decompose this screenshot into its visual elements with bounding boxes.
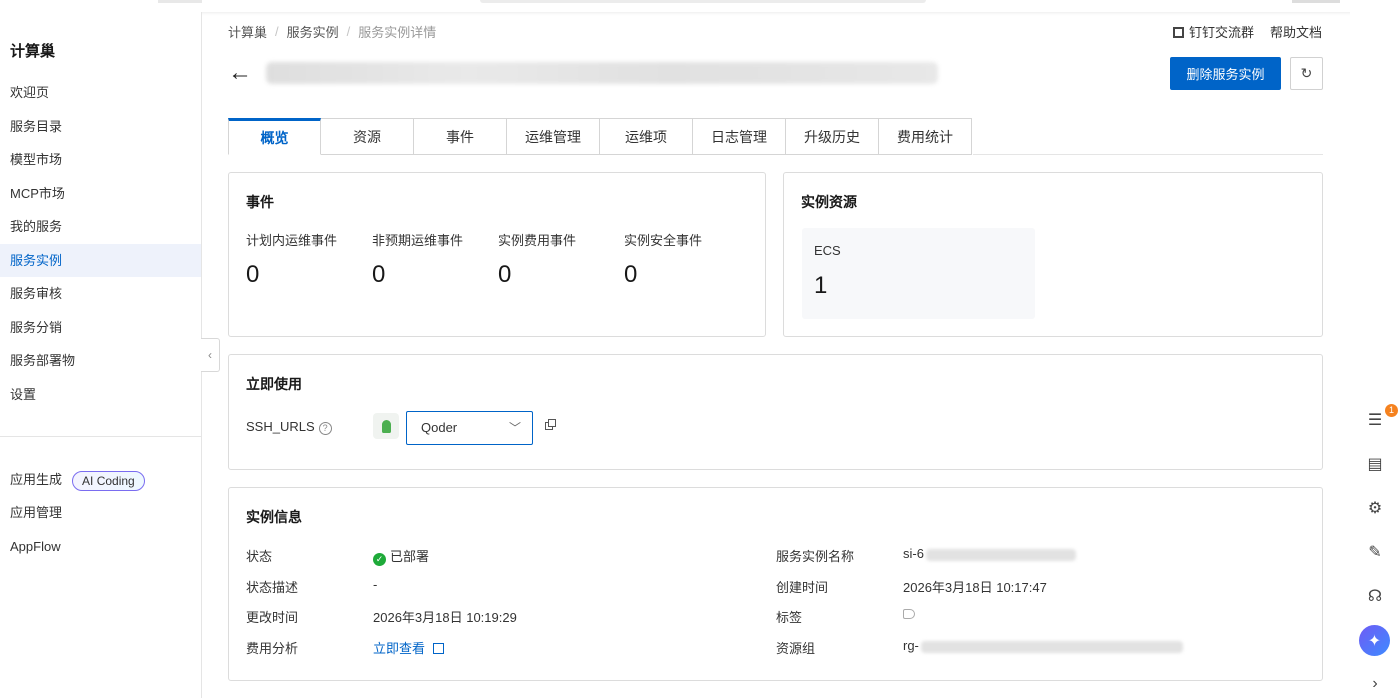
tab-ops-management[interactable]: 运维管理 xyxy=(507,118,600,155)
tab-upgrade-history[interactable]: 升级历史 xyxy=(786,118,879,155)
info-label-created-time: 创建时间 xyxy=(776,580,829,595)
view-cost-link[interactable]: 立即查看 xyxy=(373,638,445,657)
sidebar-item-app-manage[interactable]: 应用管理 xyxy=(0,496,201,529)
breadcrumb-item-instances[interactable]: 服务实例 xyxy=(287,25,339,40)
sidebar-divider xyxy=(0,436,201,437)
client-select[interactable]: Qoder ﹀ xyxy=(406,411,533,445)
info-value-updated-time: 2026年3月18日 10:19:29 xyxy=(373,610,517,625)
qrcode-icon xyxy=(1172,27,1184,38)
tab-bar: 概览 资源 事件 运维管理 运维项 日志管理 升级历史 费用统计 xyxy=(228,118,972,155)
document-icon[interactable]: ▤ xyxy=(1363,452,1387,476)
info-label-updated-time: 更改时间 xyxy=(246,610,299,625)
stat-value-cost[interactable]: 0 xyxy=(498,261,511,289)
top-links: 钉钉交流群 帮助文档 xyxy=(1172,22,1322,41)
external-link-icon xyxy=(433,643,445,654)
breadcrumb-item-current: 服务实例详情 xyxy=(358,25,437,40)
stat-label-unplanned: 非预期运维事件 xyxy=(372,233,464,248)
ecs-count: 1 xyxy=(814,272,828,299)
notification-badge: 1 xyxy=(1385,404,1398,417)
stat-label-cost: 实例费用事件 xyxy=(498,233,577,248)
dingtalk-group-link[interactable]: 钉钉交流群 xyxy=(1172,22,1254,41)
page-title-redacted xyxy=(266,62,938,84)
info-value-status-desc: - xyxy=(373,577,378,592)
stat-value-unplanned[interactable]: 0 xyxy=(372,261,385,289)
tab-log-management[interactable]: 日志管理 xyxy=(693,118,786,155)
sidebar-collapse-button[interactable]: ‹ xyxy=(201,338,220,372)
info-label-tags: 标签 xyxy=(776,610,803,625)
sidebar-item-catalog[interactable]: 服务目录 xyxy=(0,110,201,143)
info-value-created-time: 2026年3月18日 10:17:47 xyxy=(903,580,1047,595)
sidebar-item-service-instances[interactable]: 服务实例 xyxy=(0,244,201,277)
info-label-cost-analysis: 费用分析 xyxy=(246,641,299,656)
sidebar-item-settings[interactable]: 设置 xyxy=(0,378,201,411)
ecs-label: ECS xyxy=(814,243,841,258)
sidebar-title: 计算巢 xyxy=(10,43,56,60)
sidebar-item-my-services[interactable]: 我的服务 xyxy=(0,210,201,243)
info-value-instance-name: si-6 xyxy=(903,546,1076,561)
resources-card: 实例资源 ECS 1 xyxy=(783,172,1323,337)
stat-value-security[interactable]: 0 xyxy=(624,261,637,289)
resources-card-title: 实例资源 xyxy=(801,194,857,210)
notification-list-icon[interactable]: ☰ xyxy=(1363,408,1387,432)
events-card-title: 事件 xyxy=(246,194,274,210)
delete-instance-button[interactable]: 删除服务实例 xyxy=(1170,57,1281,90)
sidebar-item-distribution[interactable]: 服务分销 xyxy=(0,311,201,344)
headset-icon[interactable]: ☊ xyxy=(1363,584,1387,608)
chevron-down-icon: ﹀ xyxy=(508,421,521,435)
sidebar-item-app-generate[interactable]: 应用生成 AI Coding xyxy=(0,463,201,496)
stat-label-security: 实例安全事件 xyxy=(624,233,703,248)
tab-resources[interactable]: 资源 xyxy=(321,118,414,155)
refresh-icon: ↻ xyxy=(1300,65,1313,81)
use-now-card: 立即使用 SSH_URLS? Qoder ﹀ xyxy=(228,354,1323,470)
tab-overview[interactable]: 概览 xyxy=(228,118,321,155)
info-value-resource-group[interactable]: rg- xyxy=(903,638,1183,653)
sidebar-item-mcp-market[interactable]: MCP市场 xyxy=(0,177,201,210)
ai-coding-badge: AI Coding xyxy=(72,470,145,491)
help-docs-link[interactable]: 帮助文档 xyxy=(1270,22,1322,41)
sidebar-item-artifacts[interactable]: 服务部署物 xyxy=(0,344,201,377)
back-arrow-icon[interactable]: ← xyxy=(228,58,252,88)
refresh-button[interactable]: ↻ xyxy=(1290,57,1323,90)
ssh-urls-label: SSH_URLS? xyxy=(246,419,332,435)
instance-info-card: 实例信息 状态 ✓ 已部署 状态描述 - 更改时间 2026年3月18日 10:1… xyxy=(228,487,1323,681)
edit-icon[interactable]: ✎ xyxy=(1363,540,1387,564)
tab-ops-items[interactable]: 运维项 xyxy=(600,118,693,155)
top-bar xyxy=(0,0,1400,12)
stat-value-planned[interactable]: 0 xyxy=(246,261,259,289)
chevron-left-icon: ‹ xyxy=(208,348,212,362)
sidebar-item-model-market[interactable]: 模型市场 xyxy=(0,143,201,176)
info-label-status-desc: 状态描述 xyxy=(246,580,299,595)
help-circle-icon[interactable]: ? xyxy=(318,422,332,435)
sidebar: 计算巢 欢迎页 服务目录 模型市场 MCP市场 我的服务 服务实例 服务审核 服… xyxy=(0,12,202,698)
sidebar-item-appflow[interactable]: AppFlow xyxy=(0,530,201,563)
ecs-resource-box[interactable]: ECS 1 xyxy=(802,228,1035,319)
info-label-status: 状态 xyxy=(246,549,273,564)
tab-events[interactable]: 事件 xyxy=(414,118,507,155)
global-search-bar[interactable] xyxy=(480,0,926,3)
copy-icon[interactable] xyxy=(545,419,557,431)
sidebar-item-welcome[interactable]: 欢迎页 xyxy=(0,76,201,109)
check-circle-icon: ✓ xyxy=(373,553,386,566)
events-card: 事件 计划内运维事件 0 非预期运维事件 0 实例费用事件 0 实例安全事件 0 xyxy=(228,172,766,337)
info-label-instance-name: 服务实例名称 xyxy=(776,549,855,564)
breadcrumb-item-compute-nest[interactable]: 计算巢 xyxy=(228,25,267,40)
info-value-status: ✓ 已部署 xyxy=(373,546,429,566)
use-now-card-title: 立即使用 xyxy=(246,376,302,392)
stat-label-planned: 计划内运维事件 xyxy=(246,233,338,248)
instance-info-card-title: 实例信息 xyxy=(246,509,302,525)
sidebar-item-service-review[interactable]: 服务审核 xyxy=(0,277,201,310)
right-rail: ☰ ▤ ⚙ ✎ ☊ › xyxy=(1350,12,1400,698)
qoder-app-icon xyxy=(373,413,399,439)
breadcrumb: 计算巢 / 服务实例 / 服务实例详情 xyxy=(228,24,437,40)
tag-edit[interactable] xyxy=(903,607,915,622)
info-label-resource-group: 资源组 xyxy=(776,641,816,656)
tag-icon xyxy=(903,609,915,619)
gear-icon[interactable]: ⚙ xyxy=(1363,496,1387,520)
ai-assistant-icon[interactable]: ✦ xyxy=(1359,625,1390,656)
chevron-right-icon[interactable]: › xyxy=(1363,672,1387,696)
tab-cost-statistics[interactable]: 费用统计 xyxy=(879,118,972,155)
